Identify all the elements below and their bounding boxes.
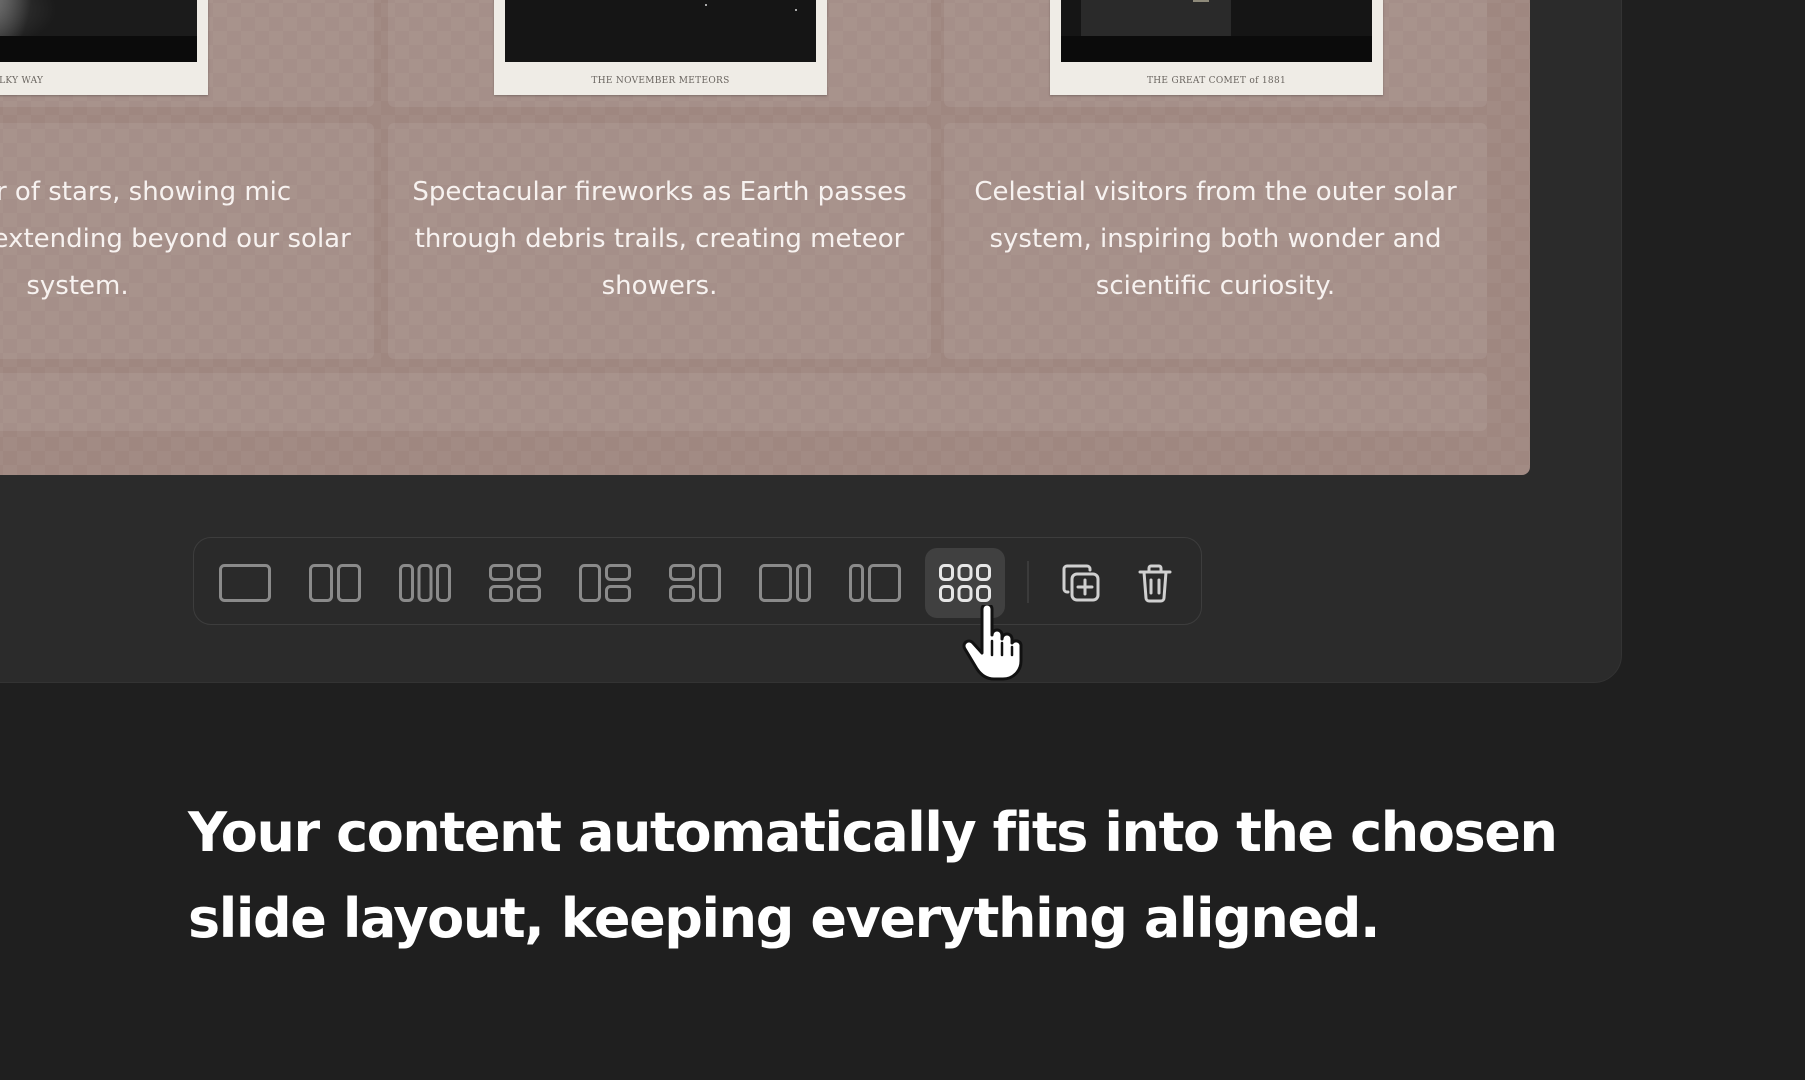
layout-two-columns-icon bbox=[309, 564, 361, 602]
layout-wide-left-narrow-right-button[interactable] bbox=[745, 548, 825, 618]
layout-three-columns-button[interactable] bbox=[385, 548, 465, 618]
layout-wide-left-narrow-right-icon bbox=[759, 564, 811, 602]
slide-canvas[interactable]: PART of the MILKY WAY THE NOVEMBER METEO… bbox=[0, 0, 1530, 475]
layout-rows-left-column-right-button[interactable] bbox=[655, 548, 735, 618]
layout-narrow-left-wide-right-icon bbox=[849, 564, 901, 602]
print-plate bbox=[1061, 0, 1372, 62]
print-caption: PART of the MILKY WAY bbox=[0, 76, 44, 86]
text-cell[interactable]: Spectacular fireworks as Earth passes th… bbox=[388, 123, 931, 359]
layout-toolbar bbox=[193, 537, 1202, 625]
print-caption: THE GREAT COMET of 1881 bbox=[1146, 76, 1287, 86]
image-cell[interactable]: THE NOVEMBER METEORS bbox=[388, 0, 931, 107]
layout-grid-2x2-button[interactable] bbox=[475, 548, 555, 618]
text-cell[interactable]: Celestial visitors from the outer solar … bbox=[944, 123, 1487, 359]
great-comet-print: THE GREAT COMET of 1881 bbox=[1050, 0, 1383, 95]
horizon bbox=[0, 36, 197, 62]
headline-line-2: slide layout, keeping everything aligned… bbox=[188, 887, 1380, 950]
layout-narrow-left-wide-right-button[interactable] bbox=[835, 548, 915, 618]
horizon bbox=[1061, 36, 1372, 62]
print-plate bbox=[0, 0, 197, 62]
lit-window bbox=[1193, 0, 1209, 2]
layout-column-left-rows-right-button[interactable] bbox=[565, 548, 645, 618]
layout-single-button[interactable] bbox=[205, 548, 285, 618]
feature-headline: Your content automatically fits into the… bbox=[188, 790, 1688, 962]
text-cell[interactable]: laxy's river of stars, showing mic neigh… bbox=[0, 123, 374, 359]
layout-two-columns-button[interactable] bbox=[295, 548, 375, 618]
toolbar-divider bbox=[1027, 561, 1029, 603]
print-caption: THE NOVEMBER METEORS bbox=[591, 76, 730, 86]
image-cell[interactable]: THE GREAT COMET of 1881 bbox=[944, 0, 1487, 107]
layout-single-icon bbox=[219, 564, 271, 602]
duplicate-icon bbox=[1062, 564, 1100, 602]
description-text: Celestial visitors from the outer solar … bbox=[974, 177, 1457, 301]
hand-pointer-icon bbox=[962, 605, 1023, 681]
delete-slide-button[interactable] bbox=[1119, 548, 1191, 618]
layout-column-left-rows-right-icon bbox=[579, 564, 631, 602]
description-text: laxy's river of stars, showing mic neigh… bbox=[0, 177, 351, 301]
milky-way-print: PART of the MILKY WAY bbox=[0, 0, 208, 95]
star bbox=[795, 9, 797, 11]
stage: PART of the MILKY WAY THE NOVEMBER METEO… bbox=[0, 0, 1805, 1080]
layout-three-columns-icon bbox=[399, 564, 451, 602]
headline-line-1: Your content automatically fits into the… bbox=[188, 801, 1558, 864]
november-meteors-print: THE NOVEMBER METEORS bbox=[494, 0, 827, 95]
trash-icon bbox=[1138, 564, 1172, 603]
image-cell[interactable]: PART of the MILKY WAY bbox=[0, 0, 374, 107]
layout-grid-2x2-icon bbox=[489, 564, 541, 602]
duplicate-slide-button[interactable] bbox=[1045, 548, 1117, 618]
layout-grid-3x2-icon bbox=[939, 564, 991, 602]
layout-rows-left-column-right-icon bbox=[669, 564, 721, 602]
footer-cell[interactable] bbox=[0, 373, 1487, 431]
description-text: Spectacular fireworks as Earth passes th… bbox=[412, 177, 907, 301]
star bbox=[705, 4, 707, 6]
print-plate bbox=[505, 0, 816, 62]
